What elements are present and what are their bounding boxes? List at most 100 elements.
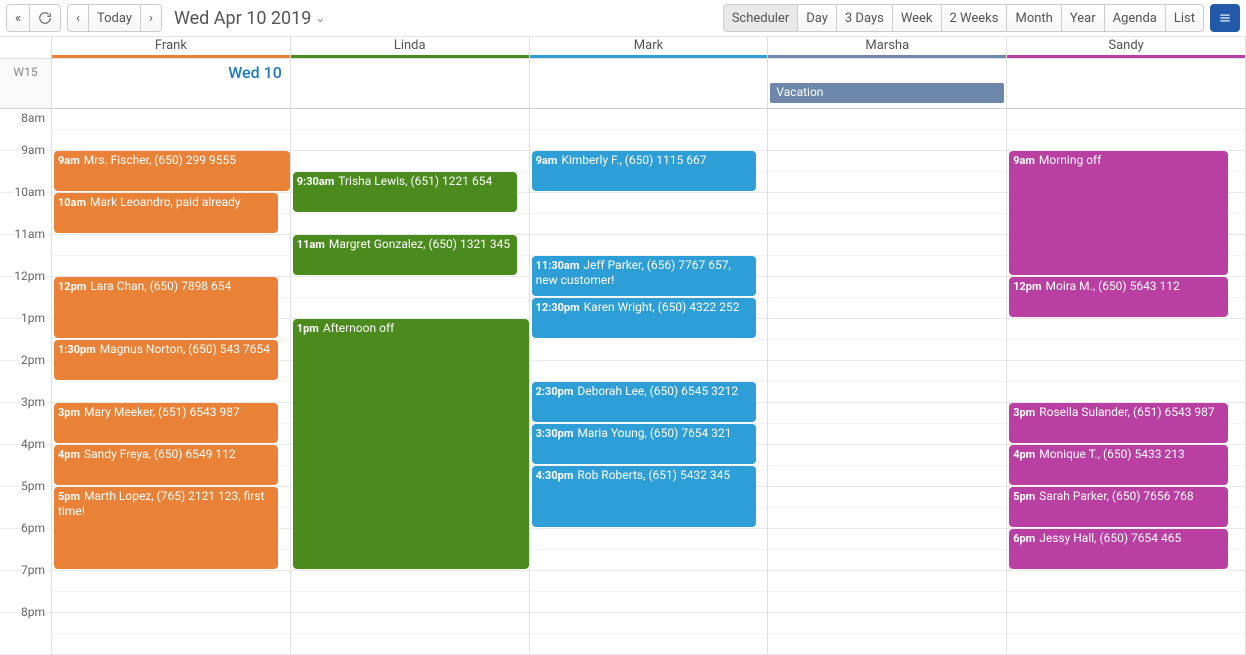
week-number: W15 — [0, 59, 52, 108]
view-3-days[interactable]: 3 Days — [836, 4, 893, 32]
event[interactable]: 2:30pmDeborah Lee, (650) 6545 3212 — [532, 382, 756, 422]
hour-label: 12pm — [14, 269, 45, 283]
event-title: Sandy Freya, (650) 6549 112 — [84, 447, 236, 461]
day-column-mark[interactable]: 9amKimberly F., (650) 1115 667 11:30amJef… — [530, 109, 769, 655]
allday-cell-sandy[interactable] — [1007, 59, 1246, 108]
day-column-marsha[interactable] — [768, 109, 1007, 655]
event-time: 9am — [58, 154, 80, 167]
allday-cell-mark[interactable] — [530, 59, 769, 108]
event-title: Rosella Sulander, (651) 6543 987 — [1039, 405, 1214, 419]
event[interactable]: 9amKimberly F., (650) 1115 667 — [532, 151, 756, 191]
event-time: 5pm — [1013, 490, 1035, 503]
event-time: 4:30pm — [536, 469, 574, 482]
event-time: 12pm — [58, 280, 86, 293]
hour-label: 8am — [21, 111, 45, 125]
event-title: Afternoon off — [323, 321, 394, 335]
refresh-button[interactable] — [29, 4, 61, 32]
event[interactable]: 11:30amJeff Parker, (656) 7767 657, new … — [532, 256, 756, 296]
view-scheduler[interactable]: Scheduler — [723, 4, 799, 32]
allday-cell-frank[interactable]: Wed 10 — [52, 59, 291, 108]
day-column-frank[interactable]: 9am Mrs. Fischer, (650) 299 9555 10amMark … — [52, 109, 291, 655]
date-picker[interactable]: Wed Apr 10 2019 ⌄ — [174, 8, 326, 29]
event[interactable]: 3pm Rosella Sulander, (651) 6543 987 — [1009, 403, 1228, 443]
event[interactable]: 10amMark Leoandro, paid already — [54, 193, 278, 233]
event[interactable]: 4pm Sandy Freya, (650) 6549 112 — [54, 445, 278, 485]
event[interactable]: 12pm Lara Chan, (650) 7898 654 — [54, 277, 278, 338]
date-cell-header: Wed 10 — [228, 63, 282, 82]
event-time: 9:30am — [297, 175, 334, 188]
view-agenda[interactable]: Agenda — [1104, 4, 1166, 32]
hour-label: 6pm — [21, 521, 45, 535]
event[interactable]: 11amMargret Gonzalez, (650) 1321 345 — [293, 235, 517, 275]
view-day[interactable]: Day — [797, 4, 837, 32]
next-button[interactable]: › — [140, 4, 162, 32]
menu-button[interactable] — [1210, 4, 1240, 32]
event[interactable]: 12:30pmKaren Wright, (650) 4322 252 — [532, 298, 756, 338]
event-title: Maria Young, (650) 7654 321 — [577, 426, 731, 440]
event[interactable]: 3:30pmMaria Young, (650) 7654 321 — [532, 424, 756, 464]
nav-first-button[interactable]: « — [6, 4, 30, 32]
resource-header-frank[interactable]: Frank — [52, 37, 291, 58]
event-time: 3:30pm — [536, 427, 574, 440]
event-time: 4pm — [58, 448, 80, 461]
event-time: 6pm — [1013, 532, 1035, 545]
time-gutter: 8am9am10am11am12pm1pm2pm3pm4pm5pm6pm7pm8… — [0, 109, 52, 655]
event-title: Morning off — [1039, 153, 1101, 167]
hour-label: 3pm — [21, 395, 45, 409]
view-switcher: SchedulerDay3 DaysWeek2 WeeksMonthYearAg… — [723, 4, 1204, 32]
event[interactable]: 1:30pmMagnus Norton, (650) 543 7654 — [54, 340, 278, 380]
event-title: Lara Chan, (650) 7898 654 — [90, 279, 231, 293]
event[interactable]: 3pmMary Meeker, (651) 6543 987 — [54, 403, 278, 443]
chevron-down-icon: ⌄ — [315, 11, 325, 25]
hour-label: 5pm — [21, 479, 45, 493]
allday-event[interactable]: Vacation — [770, 83, 1004, 103]
event[interactable]: 4pm Monique T., (650) 5433 213 — [1009, 445, 1228, 485]
hour-label: 4pm — [21, 437, 45, 451]
event[interactable]: 5pmMarth Lopez, (765) 2121 123, first ti… — [54, 487, 278, 569]
prev-button[interactable]: ‹ — [67, 4, 89, 32]
allday-cell-marsha[interactable]: Vacation — [768, 59, 1007, 108]
event[interactable]: 6pm Jessy Hall, (650) 7654 465 — [1009, 529, 1228, 569]
event-title: Deborah Lee, (650) 6545 3212 — [577, 384, 738, 398]
hour-label: 8pm — [21, 605, 45, 619]
event-title: Mary Meeker, (651) 6543 987 — [84, 405, 240, 419]
view-list[interactable]: List — [1165, 4, 1204, 32]
event-title: Kimberly F., (650) 1115 667 — [561, 153, 706, 167]
resource-header-sandy[interactable]: Sandy — [1007, 37, 1246, 58]
event[interactable]: 9:30amTrisha Lewis, (651) 1221 654 — [293, 172, 517, 212]
chevron-double-left-icon: « — [15, 11, 21, 26]
hour-label: 2pm — [21, 353, 45, 367]
event-title: Marth Lopez, (765) 2121 123, first time! — [58, 489, 264, 518]
today-button[interactable]: Today — [88, 4, 141, 32]
resource-header-linda[interactable]: Linda — [291, 37, 530, 58]
allday-cell-linda[interactable] — [291, 59, 530, 108]
event-title: Mrs. Fischer, (650) 299 9555 — [84, 153, 236, 167]
view-month[interactable]: Month — [1006, 4, 1061, 32]
date-label-text: Wed Apr 10 2019 — [174, 8, 311, 29]
resource-header-mark[interactable]: Mark — [530, 37, 769, 58]
event-title: Jessy Hall, (650) 7654 465 — [1039, 531, 1181, 545]
event[interactable]: 4:30pmRob Roberts, (651) 5432 345 — [532, 466, 756, 527]
event-title: Sarah Parker, (650) 7656 768 — [1039, 489, 1193, 503]
event-title: Karen Wright, (650) 4322 252 — [584, 300, 740, 314]
event-time: 3pm — [1013, 406, 1035, 419]
event-time: 1pm — [297, 322, 319, 335]
event[interactable]: 12pmMoira M., (650) 5643 112 — [1009, 277, 1228, 317]
event[interactable]: 9am Morning off — [1009, 151, 1228, 275]
hour-label: 9am — [21, 143, 45, 157]
view-week[interactable]: Week — [892, 4, 942, 32]
resource-header-row: FrankLindaMarkMarshaSandy — [0, 37, 1246, 59]
event-time: 1:30pm — [58, 343, 96, 356]
resource-header-marsha[interactable]: Marsha — [768, 37, 1007, 58]
gutter-header — [0, 37, 52, 58]
event[interactable]: 5pm Sarah Parker, (650) 7656 768 — [1009, 487, 1228, 527]
view-2-weeks[interactable]: 2 Weeks — [941, 4, 1008, 32]
event-title: Monique T., (650) 5433 213 — [1039, 447, 1184, 461]
event-time: 9am — [1013, 154, 1035, 167]
day-column-linda[interactable]: 9:30amTrisha Lewis, (651) 1221 654 11amMa… — [291, 109, 530, 655]
event-time: 4pm — [1013, 448, 1035, 461]
view-year[interactable]: Year — [1061, 4, 1105, 32]
event[interactable]: 1pm Afternoon off — [293, 319, 529, 569]
day-column-sandy[interactable]: 9am Morning off 12pmMoira M., (650) 5643 1… — [1007, 109, 1246, 655]
event[interactable]: 9am Mrs. Fischer, (650) 299 9555 — [54, 151, 290, 191]
